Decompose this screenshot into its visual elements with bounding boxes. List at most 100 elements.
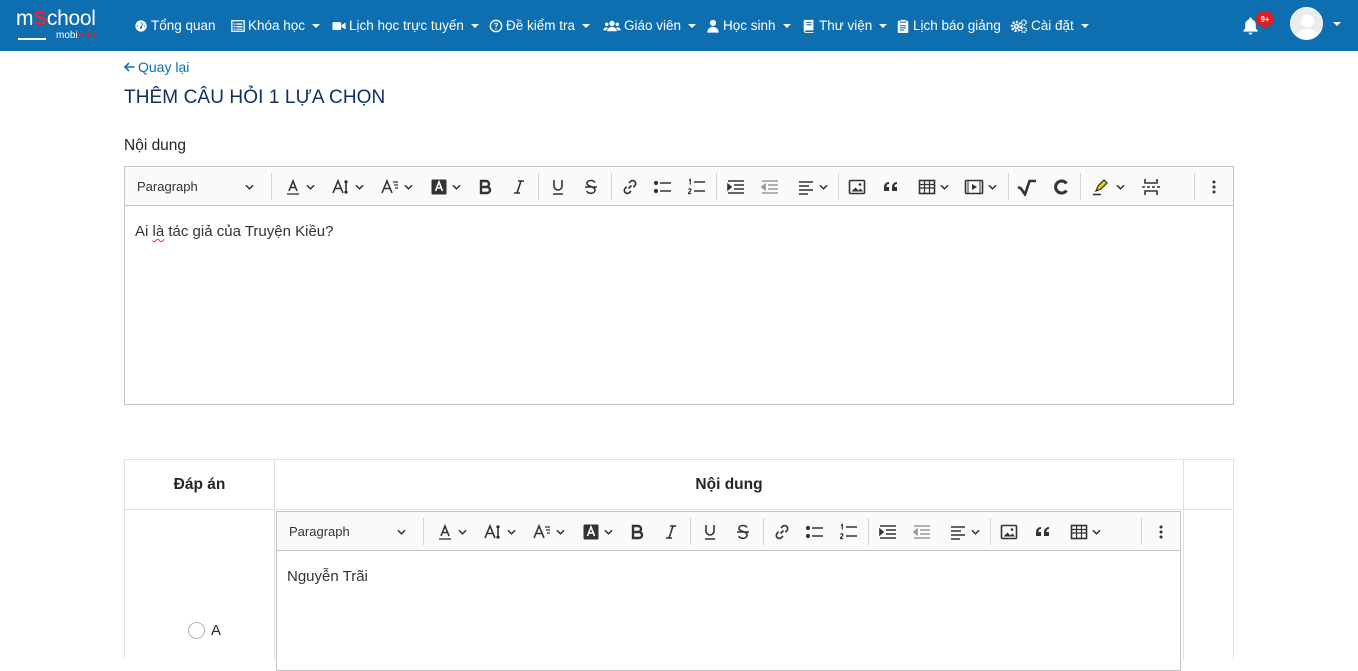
- toolbar-separator: [1080, 173, 1081, 200]
- chevron-down-icon: [970, 529, 980, 535]
- strikethrough-icon: [737, 524, 749, 539]
- indent-button[interactable]: [723, 167, 749, 206]
- highlight-button[interactable]: [1086, 167, 1130, 206]
- chevron-down-icon: [987, 184, 997, 190]
- math-formula-icon: [1017, 179, 1036, 196]
- nav-item-tong-quan[interactable]: Tổng quan: [134, 0, 216, 51]
- insert-image-button[interactable]: [844, 167, 870, 206]
- answer-option-a[interactable]: A: [188, 622, 221, 639]
- default-avatar-icon: [1295, 14, 1320, 39]
- chemistry-formula-button[interactable]: [1047, 167, 1075, 206]
- heading-dropdown[interactable]: Paragraph: [281, 512, 414, 551]
- numbered-list-button[interactable]: [836, 512, 862, 551]
- page-title: THÊM CÂU HỎI 1 LỰA CHỌN: [124, 87, 386, 108]
- editor-toolbar: Paragraph: [277, 512, 1180, 551]
- link-button[interactable]: [769, 512, 795, 551]
- insert-table-button[interactable]: [1063, 512, 1107, 551]
- more-options-button[interactable]: [1201, 167, 1227, 206]
- quote-icon: [884, 181, 897, 191]
- avatar-chevron-down-icon[interactable]: [1333, 22, 1341, 26]
- italic-button[interactable]: [658, 512, 684, 551]
- font-size-button[interactable]: [477, 512, 521, 551]
- background-color-icon: [431, 179, 446, 194]
- italic-button[interactable]: [506, 167, 532, 206]
- italic-icon: [514, 179, 524, 194]
- outdent-icon: [912, 524, 930, 539]
- font-size-button[interactable]: [325, 167, 369, 206]
- chevron-down-icon: [688, 23, 697, 28]
- numbered-list-button[interactable]: [684, 167, 710, 206]
- alignment-button[interactable]: [942, 512, 986, 551]
- nav-label: Lịch học trực tuyến: [349, 18, 464, 33]
- back-link[interactable]: Quay lại: [123, 59, 189, 75]
- chevron-down-icon: [1115, 184, 1125, 190]
- bulleted-list-button[interactable]: [802, 512, 828, 551]
- editor-toolbar: Paragraph: [125, 167, 1233, 206]
- outdent-button[interactable]: [757, 167, 783, 206]
- block-quote-button[interactable]: [878, 167, 904, 206]
- font-color-button[interactable]: [429, 512, 473, 551]
- toolbar-separator: [611, 173, 612, 200]
- page-break-button[interactable]: [1137, 167, 1165, 206]
- bold-button[interactable]: [624, 512, 650, 551]
- insert-table-button[interactable]: [911, 167, 955, 206]
- question-content-area[interactable]: Ai là tác giả của Truyện Kiều?: [125, 206, 1233, 404]
- answer-radio[interactable]: [188, 622, 205, 639]
- content-label: Nội dung: [124, 137, 187, 154]
- nav-item-thu-vien[interactable]: Thư viện: [802, 0, 888, 51]
- answer-content-area[interactable]: Nguyễn Trãi: [277, 551, 1180, 670]
- background-color-button[interactable]: [575, 512, 619, 551]
- link-button[interactable]: [617, 167, 643, 206]
- align-left-icon: [950, 525, 965, 540]
- question-circle-icon: [489, 19, 503, 32]
- toolbar-separator: [1141, 518, 1142, 545]
- underline-button[interactable]: [697, 512, 723, 551]
- nav-item-lich-hoc-truc-tuyen[interactable]: Lịch học trực tuyến: [332, 0, 479, 51]
- toolbar-separator: [538, 173, 539, 200]
- heading-select-label: Paragraph: [289, 524, 350, 539]
- math-formula-button[interactable]: [1013, 167, 1041, 206]
- strikethrough-button[interactable]: [730, 512, 756, 551]
- brand-logo[interactable]: mSchool mobiEdu: [16, 8, 112, 42]
- chevron-down-icon: [603, 529, 613, 535]
- heading-dropdown[interactable]: Paragraph: [129, 167, 262, 206]
- nav-item-giao-vien[interactable]: Giáo viên: [603, 0, 697, 51]
- chevron-down-icon: [582, 23, 591, 28]
- nav-item-de-kiem-tra[interactable]: Đề kiểm tra: [489, 0, 591, 51]
- font-color-button[interactable]: [277, 167, 321, 206]
- table-icon: [918, 179, 935, 194]
- toolbar-separator: [868, 518, 869, 545]
- more-options-button[interactable]: [1148, 512, 1174, 551]
- toolbar-separator: [838, 173, 839, 200]
- nav-item-khoa-hoc[interactable]: Khóa học: [231, 0, 321, 51]
- bulleted-list-button[interactable]: [650, 167, 676, 206]
- chevron-down-icon: [457, 529, 467, 535]
- alignment-button[interactable]: [790, 167, 834, 206]
- outdent-button[interactable]: [909, 512, 935, 551]
- toolbar-separator: [271, 173, 272, 200]
- underline-button[interactable]: [545, 167, 571, 206]
- strikethrough-button[interactable]: [578, 167, 604, 206]
- user-avatar[interactable]: [1290, 7, 1323, 40]
- nav-item-cai-dat[interactable]: Cài đặt: [1010, 0, 1089, 51]
- indent-button[interactable]: [875, 512, 901, 551]
- nav-label: Học sinh: [723, 18, 776, 33]
- font-family-button[interactable]: [526, 512, 570, 551]
- strikethrough-icon: [585, 179, 597, 194]
- bold-icon: [479, 179, 492, 194]
- block-quote-button[interactable]: [1030, 512, 1056, 551]
- indent-icon: [879, 524, 896, 539]
- font-family-button[interactable]: [374, 167, 418, 206]
- toolbar-separator: [716, 173, 717, 200]
- heading-select-label: Paragraph: [137, 179, 198, 194]
- insert-media-button[interactable]: [958, 167, 1002, 206]
- nav-item-hoc-sinh[interactable]: Học sinh: [706, 0, 791, 51]
- link-icon: [623, 179, 637, 194]
- cogs-icon: [1010, 18, 1028, 33]
- insert-image-button[interactable]: [996, 512, 1022, 551]
- chevron-down-icon: [470, 23, 479, 28]
- nav-item-lich-bao-giang[interactable]: Lịch báo giảng: [896, 0, 1001, 51]
- bold-button[interactable]: [472, 167, 498, 206]
- background-color-button[interactable]: [423, 167, 467, 206]
- bulleted-list-icon: [805, 525, 823, 538]
